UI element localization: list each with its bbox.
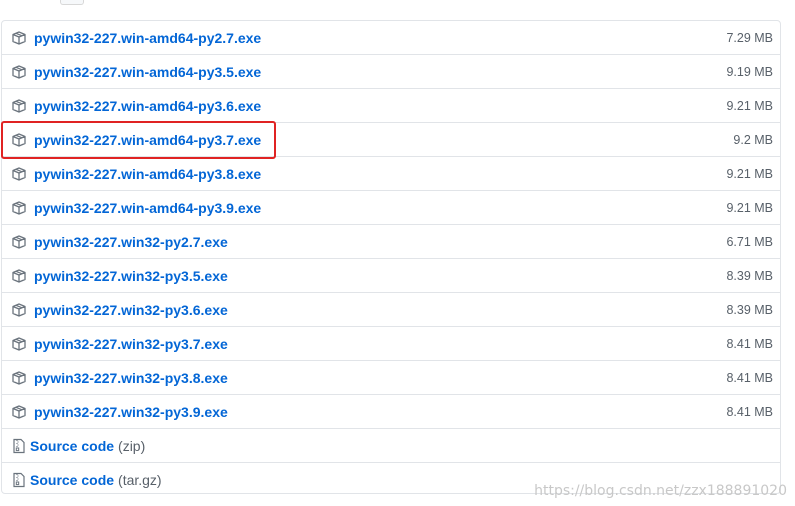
- asset-row: pywin32-227.win-amd64-py2.7.exe 7.29 MB: [2, 21, 780, 55]
- asset-download-link[interactable]: pywin32-227.win-amd64-py3.8.exe: [34, 166, 261, 182]
- source-code-targz-link[interactable]: Source code: [30, 472, 114, 488]
- asset-download-link[interactable]: pywin32-227.win-amd64-py3.5.exe: [34, 64, 261, 80]
- asset-size: 8.39 MB: [726, 268, 773, 283]
- asset-download-link[interactable]: pywin32-227.win-amd64-py3.9.exe: [34, 200, 261, 216]
- asset-row: pywin32-227.win32-py3.9.exe 8.41 MB: [2, 395, 780, 429]
- package-icon: [10, 63, 28, 81]
- asset-row: pywin32-227.win32-py3.8.exe 8.41 MB: [2, 361, 780, 395]
- asset-size: 8.41 MB: [726, 370, 773, 385]
- asset-size: 7.29 MB: [726, 30, 773, 45]
- asset-size: 9.19 MB: [726, 64, 773, 79]
- asset-size: 8.41 MB: [726, 404, 773, 419]
- asset-row: pywin32-227.win32-py2.7.exe 6.71 MB: [2, 225, 780, 259]
- asset-row: pywin32-227.win-amd64-py3.8.exe 9.21 MB: [2, 157, 780, 191]
- asset-row: pywin32-227.win-amd64-py3.6.exe 9.21 MB: [2, 89, 780, 123]
- package-icon: [10, 267, 28, 285]
- package-icon: [10, 233, 28, 251]
- top-tab-fragment: [60, 0, 84, 5]
- package-icon: [10, 29, 28, 47]
- package-icon: [10, 403, 28, 421]
- asset-size: 9.2 MB: [733, 132, 773, 147]
- release-assets-list: pywin32-227.win-amd64-py2.7.exe 7.29 MB …: [1, 20, 781, 494]
- asset-size: 9.21 MB: [726, 200, 773, 215]
- asset-download-link[interactable]: pywin32-227.win-amd64-py3.7.exe: [34, 132, 261, 148]
- watermark: https://blog.csdn.net/zzx188891020: [534, 483, 787, 499]
- package-icon: [10, 97, 28, 115]
- asset-row: pywin32-227.win32-py3.5.exe 8.39 MB: [2, 259, 780, 293]
- asset-size: 8.41 MB: [726, 336, 773, 351]
- asset-row: pywin32-227.win-amd64-py3.9.exe 9.21 MB: [2, 191, 780, 225]
- asset-size: 8.39 MB: [726, 302, 773, 317]
- package-icon: [10, 369, 28, 387]
- asset-download-link[interactable]: pywin32-227.win-amd64-py2.7.exe: [34, 30, 261, 46]
- asset-size: 6.71 MB: [726, 234, 773, 249]
- source-format: (tar.gz): [118, 472, 162, 488]
- asset-download-link[interactable]: pywin32-227.win32-py2.7.exe: [34, 234, 228, 250]
- asset-download-link[interactable]: pywin32-227.win-amd64-py3.6.exe: [34, 98, 261, 114]
- asset-download-link[interactable]: pywin32-227.win32-py3.7.exe: [34, 336, 228, 352]
- source-code-zip-link[interactable]: Source code: [30, 438, 114, 454]
- asset-size: 9.21 MB: [726, 166, 773, 181]
- asset-row: pywin32-227.win32-py3.6.exe 8.39 MB: [2, 293, 780, 327]
- package-icon: [10, 131, 28, 149]
- package-icon: [10, 301, 28, 319]
- asset-download-link[interactable]: pywin32-227.win32-py3.8.exe: [34, 370, 228, 386]
- source-format: (zip): [118, 437, 146, 454]
- file-zip-icon: [10, 437, 28, 455]
- asset-row: pywin32-227.win-amd64-py3.5.exe 9.19 MB: [2, 55, 780, 89]
- asset-size: 9.21 MB: [726, 98, 773, 113]
- asset-row-highlighted: pywin32-227.win-amd64-py3.7.exe 9.2 MB: [2, 123, 780, 157]
- asset-row: pywin32-227.win32-py3.7.exe 8.41 MB: [2, 327, 780, 361]
- asset-download-link[interactable]: pywin32-227.win32-py3.5.exe: [34, 268, 228, 284]
- package-icon: [10, 199, 28, 217]
- package-icon: [10, 165, 28, 183]
- file-zip-icon: [10, 471, 28, 489]
- package-icon: [10, 335, 28, 353]
- asset-download-link[interactable]: pywin32-227.win32-py3.6.exe: [34, 302, 228, 318]
- asset-download-link[interactable]: pywin32-227.win32-py3.9.exe: [34, 404, 228, 420]
- source-row: Source code (zip): [2, 429, 780, 463]
